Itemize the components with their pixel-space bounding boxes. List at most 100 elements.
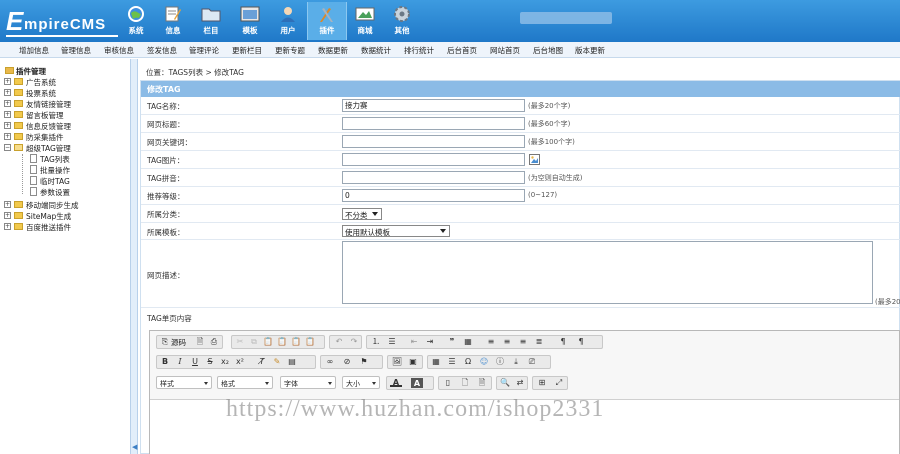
- font-combo[interactable]: 字体: [280, 376, 336, 389]
- menu-item[interactable]: 更新栏目: [232, 45, 262, 56]
- info-icon[interactable]: ⓘ: [494, 356, 506, 368]
- menu-item[interactable]: 增加信息: [19, 45, 49, 56]
- indent-icon[interactable]: ⇥: [424, 336, 436, 348]
- iframe-icon[interactable]: ⎚: [526, 356, 538, 368]
- paste-icon[interactable]: 📋: [262, 336, 274, 348]
- menu-item[interactable]: 后台首页: [447, 45, 477, 56]
- outdent-icon[interactable]: ⇤: [408, 336, 420, 348]
- expand-icon[interactable]: +: [4, 78, 11, 85]
- fullscreen-icon[interactable]: ⤢: [553, 377, 565, 389]
- description-textarea[interactable]: [342, 241, 873, 304]
- table-icon[interactable]: ▦: [430, 356, 442, 368]
- bold-icon[interactable]: B: [159, 356, 171, 368]
- expand-icon[interactable]: +: [4, 122, 11, 129]
- unlink-icon[interactable]: ⊘: [341, 356, 353, 368]
- menu-item[interactable]: 版本更新: [575, 45, 605, 56]
- nav-user[interactable]: 用户: [268, 2, 308, 40]
- expand-icon[interactable]: +: [4, 212, 11, 219]
- superscript-icon[interactable]: x²: [234, 356, 246, 368]
- category-select[interactable]: 不分类: [342, 208, 382, 220]
- underline-icon[interactable]: U: [189, 356, 201, 368]
- bulleted-list-icon[interactable]: ☰: [386, 336, 398, 348]
- menu-item[interactable]: 后台地图: [533, 45, 563, 56]
- format-combo[interactable]: 格式: [217, 376, 273, 389]
- source-icon[interactable]: ⎘: [159, 336, 171, 348]
- nav-column[interactable]: 栏目: [191, 2, 231, 40]
- image-icon[interactable]: 🖼: [391, 356, 403, 368]
- expand-icon[interactable]: +: [4, 133, 11, 140]
- menu-item[interactable]: 数据统计: [361, 45, 391, 56]
- tag-image-input[interactable]: [342, 153, 525, 166]
- bg-color-icon[interactable]: A: [411, 378, 423, 388]
- nav-shop[interactable]: 商城: [345, 2, 385, 40]
- anchor-flag-icon[interactable]: ⚑: [358, 356, 370, 368]
- justify-icon[interactable]: ≣: [533, 336, 545, 348]
- nav-other[interactable]: 其他: [382, 2, 422, 40]
- ltr-icon[interactable]: ¶: [557, 336, 569, 348]
- preview-icon[interactable]: 🗎: [194, 336, 206, 348]
- print-icon[interactable]: ⎙: [208, 336, 220, 348]
- paste-special-icon[interactable]: 📋: [304, 336, 316, 348]
- find-icon[interactable]: 🔍: [499, 377, 511, 389]
- show-blocks-icon[interactable]: ⊞: [536, 377, 548, 389]
- redo-icon[interactable]: ↷: [348, 336, 360, 348]
- undo-icon[interactable]: ↶: [333, 336, 345, 348]
- special-char-icon[interactable]: Ω: [462, 356, 474, 368]
- nav-template[interactable]: 模板: [230, 2, 270, 40]
- copy-icon[interactable]: ⧉: [248, 336, 260, 348]
- expand-icon[interactable]: +: [4, 223, 11, 230]
- align-right-icon[interactable]: ≡: [517, 336, 529, 348]
- doc-props-icon[interactable]: 🗎: [476, 377, 488, 389]
- page-break-icon[interactable]: ⤓: [510, 356, 522, 368]
- italic-icon[interactable]: I: [174, 356, 186, 368]
- keywords-input[interactable]: [342, 135, 525, 148]
- menu-item[interactable]: 排行统计: [404, 45, 434, 56]
- expand-icon[interactable]: +: [4, 100, 11, 107]
- nav-info[interactable]: 信息: [153, 2, 193, 40]
- collapse-icon[interactable]: −: [4, 144, 11, 151]
- menu-item[interactable]: 数据更新: [318, 45, 348, 56]
- image-picker-icon[interactable]: [529, 154, 540, 165]
- expand-icon[interactable]: +: [4, 201, 11, 208]
- smiley-icon[interactable]: ☺: [478, 356, 490, 368]
- sidebar-splitter[interactable]: ◀: [130, 59, 138, 454]
- source-button[interactable]: 源码: [171, 337, 186, 348]
- maximize-doc-icon[interactable]: ▯: [442, 377, 454, 389]
- copy-format-icon[interactable]: ✎: [271, 356, 283, 368]
- menu-item[interactable]: 更新专题: [275, 45, 305, 56]
- expand-icon[interactable]: +: [4, 89, 11, 96]
- size-combo[interactable]: 大小: [342, 376, 380, 389]
- div-container-icon[interactable]: ▦: [462, 336, 474, 348]
- subscript-icon[interactable]: x₂: [219, 356, 231, 368]
- align-left-icon[interactable]: ≡: [485, 336, 497, 348]
- numbered-list-icon[interactable]: ⒈: [370, 336, 382, 348]
- paste-text-icon[interactable]: 📋: [276, 336, 288, 348]
- menu-item[interactable]: 管理评论: [189, 45, 219, 56]
- collapse-arrow-icon[interactable]: ◀: [132, 443, 137, 451]
- nav-plugin[interactable]: 插件: [307, 2, 347, 40]
- nav-system[interactable]: 系统: [116, 2, 156, 40]
- menu-item[interactable]: 签发信息: [147, 45, 177, 56]
- paste-word-icon[interactable]: 📋: [290, 336, 302, 348]
- align-center-icon[interactable]: ≡: [501, 336, 513, 348]
- page-title-input[interactable]: [342, 117, 525, 130]
- tag-name-input[interactable]: [342, 99, 525, 112]
- expand-icon[interactable]: +: [4, 111, 11, 118]
- flash-icon[interactable]: ▣: [407, 356, 419, 368]
- tag-pinyin-input[interactable]: [342, 171, 525, 184]
- strike-icon[interactable]: S: [204, 356, 216, 368]
- style-combo[interactable]: 样式: [156, 376, 212, 389]
- menu-item[interactable]: 管理信息: [61, 45, 91, 56]
- template-select[interactable]: 使用默认模板: [342, 225, 450, 237]
- replace-icon[interactable]: ⇄: [514, 377, 526, 389]
- template-insert-icon[interactable]: ▤: [286, 356, 298, 368]
- level-input[interactable]: [342, 189, 525, 202]
- menu-item[interactable]: 审核信息: [104, 45, 134, 56]
- menu-item[interactable]: 网站首页: [490, 45, 520, 56]
- text-color-icon[interactable]: A: [390, 377, 402, 387]
- cut-icon[interactable]: ✂: [234, 336, 246, 348]
- blockquote-icon[interactable]: ❞: [446, 336, 458, 348]
- empirecms-logo[interactable]: E mpireCMS: [6, 8, 124, 38]
- link-icon[interactable]: ∞: [324, 356, 336, 368]
- remove-format-icon[interactable]: T̸: [256, 356, 268, 368]
